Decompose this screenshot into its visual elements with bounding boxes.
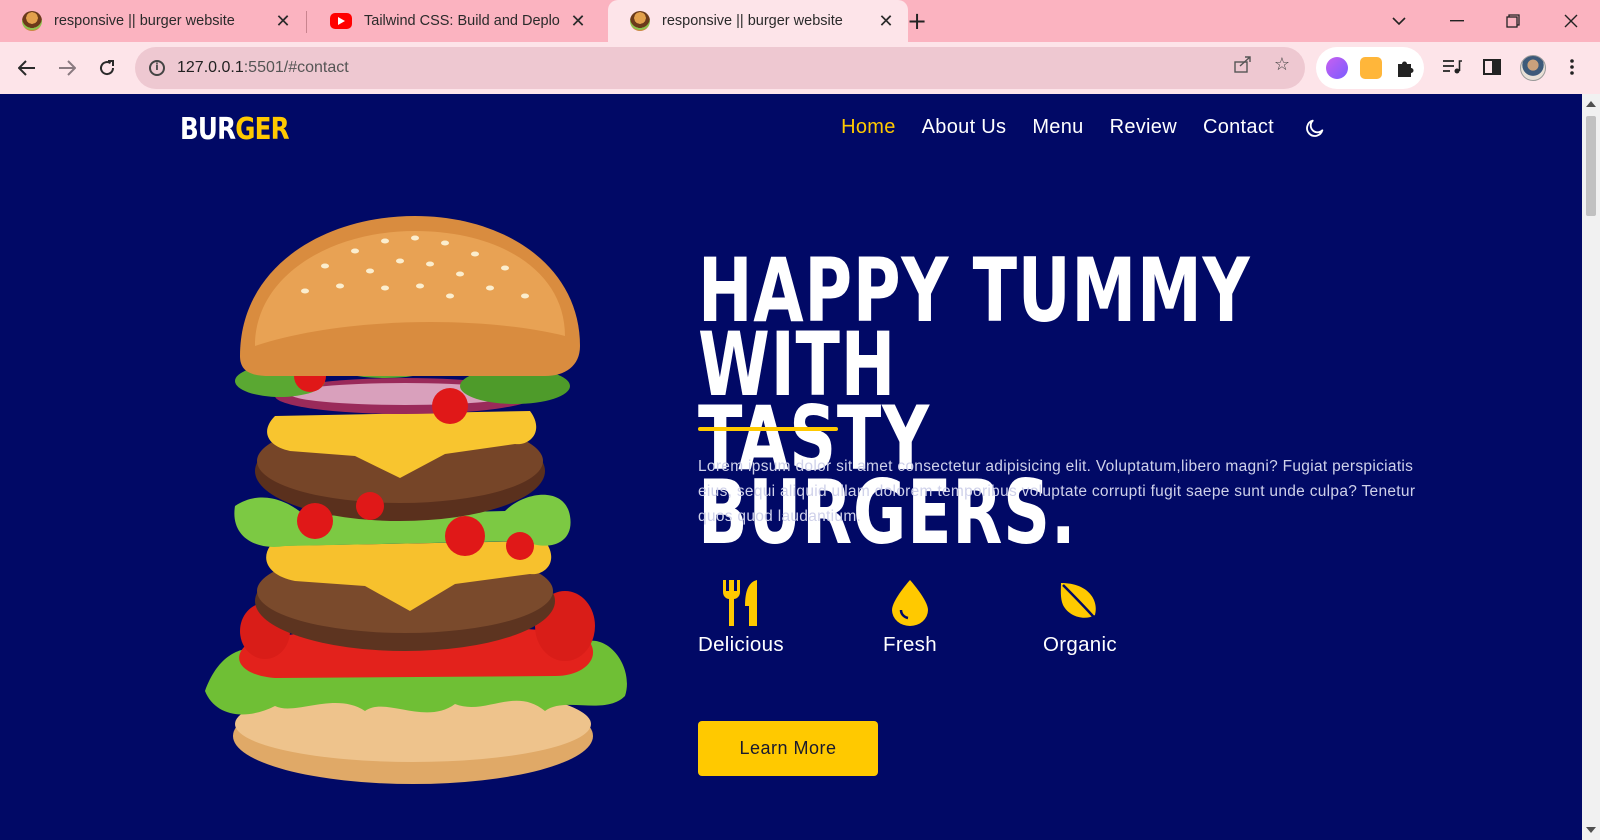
close-tab-icon[interactable]: ✕ [876,11,896,31]
burger-favicon-icon [630,11,650,31]
tab-title: responsive || burger website [54,13,235,29]
burger-favicon-icon [22,11,42,31]
minimize-window-icon[interactable] [1442,6,1472,36]
page-scrollbar[interactable] [1582,94,1600,840]
tab-search-chevron-icon[interactable] [1384,6,1414,36]
close-window-icon[interactable] [1556,6,1586,36]
youtube-favicon-icon [330,13,352,29]
burger-image [205,216,627,784]
browser-tab-active[interactable]: responsive || burger website ✕ [608,0,908,42]
browser-tab[interactable]: Tailwind CSS: Build and Deploy a ✕ [308,0,600,42]
scroll-down-arrow-icon[interactable] [1586,827,1596,833]
close-tab-icon[interactable]: ✕ [568,11,588,31]
hero-description: Lorem ipsum dolor sit amet consectetur a… [698,458,1416,525]
address-url: 127.0.0.1:5501/#contact [177,59,349,76]
leaf-icon [1056,579,1104,627]
nav-link-home[interactable]: Home [841,116,896,139]
bookmark-star-icon[interactable]: ☆ [1271,53,1293,75]
back-arrow-icon[interactable] [12,53,42,83]
close-tab-icon[interactable]: ✕ [273,11,293,31]
feature-fresh: Fresh [883,579,937,657]
tab-title: Tailwind CSS: Build and Deploy a [364,13,560,29]
site-info-icon[interactable]: i [149,60,165,76]
feature-organic: Organic [1043,579,1117,657]
browser-toolbar: i 127.0.0.1:5501/#contact ☆ [0,42,1600,94]
nav-link-menu[interactable]: Menu [1032,116,1083,139]
drop-icon [886,579,934,627]
feature-delicious: Delicious [698,579,784,657]
nav-link-contact[interactable]: Contact [1203,116,1274,139]
utensils-icon [717,579,765,627]
nav-link-review[interactable]: Review [1110,116,1177,139]
extension-icon[interactable] [1326,57,1348,79]
page-viewport: BURGER Home About Us Menu Review Contact [0,94,1582,840]
more-menu-icon[interactable] [1558,53,1586,81]
scroll-up-arrow-icon[interactable] [1586,101,1596,107]
share-icon[interactable] [1232,53,1254,75]
nav-link-about[interactable]: About Us [922,116,1007,139]
scrollbar-thumb[interactable] [1586,116,1596,216]
browser-tab[interactable]: responsive || burger website ✕ [0,0,305,42]
profile-avatar[interactable] [1520,55,1546,81]
new-tab-button[interactable]: + [904,9,930,35]
feature-label: Fresh [883,633,937,656]
main-nav: Home About Us Menu Review Contact [841,116,1326,139]
title-underline [698,427,838,431]
media-playlist-icon[interactable] [1438,53,1466,81]
tab-title: responsive || burger website [662,13,843,29]
reload-icon[interactable] [92,53,122,83]
side-panel-icon[interactable] [1478,53,1506,81]
puzzle-extensions-icon[interactable] [1394,57,1416,79]
tab-divider [306,11,307,33]
extension-icon[interactable] [1360,57,1382,79]
browser-tab-strip: responsive || burger website ✕ Tailwind … [0,0,1600,42]
dark-mode-moon-icon[interactable] [1304,117,1326,139]
restore-window-icon[interactable] [1498,6,1528,36]
site-logo[interactable]: BURGER [180,112,290,147]
feature-label: Organic [1043,633,1117,656]
address-bar[interactable]: i 127.0.0.1:5501/#contact [135,47,1305,89]
extensions-group [1316,47,1424,89]
feature-label: Delicious [698,633,784,656]
learn-more-button[interactable]: Learn More [698,721,878,776]
forward-arrow-icon[interactable] [52,53,82,83]
